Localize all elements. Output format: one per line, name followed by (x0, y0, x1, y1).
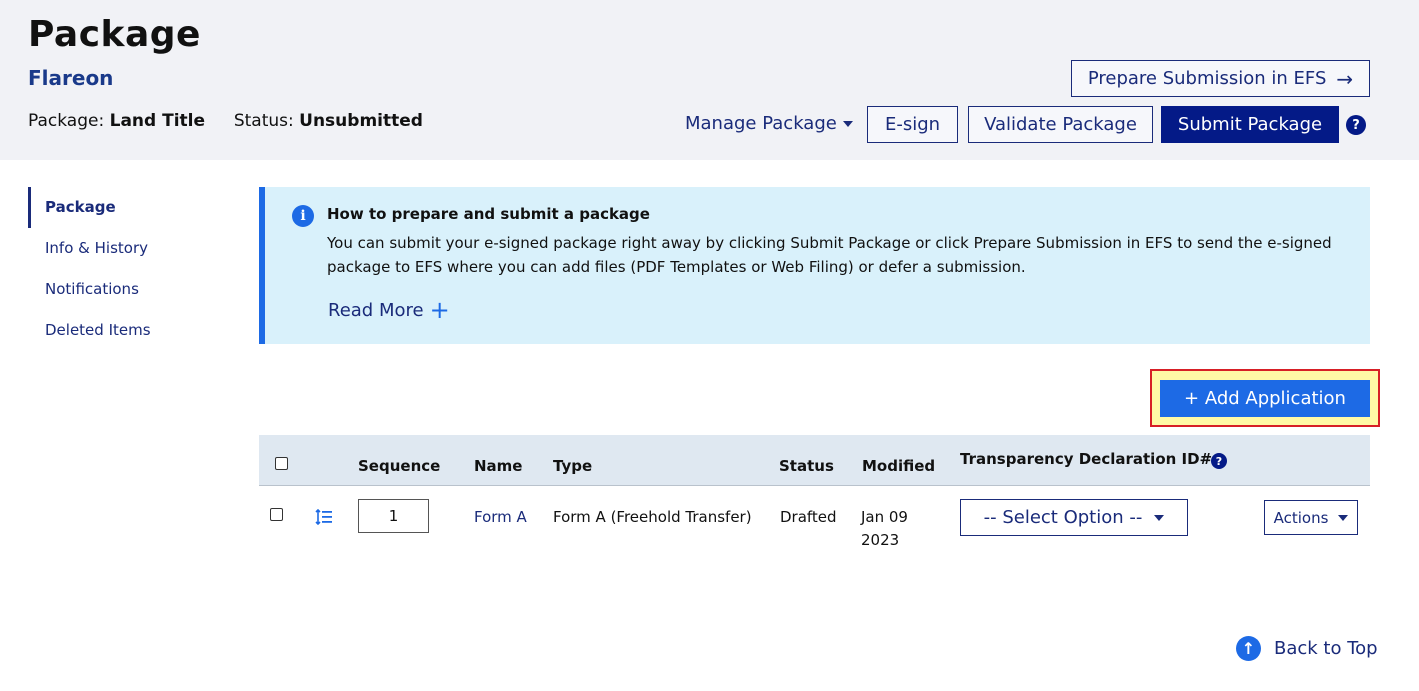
reorder-list-icon[interactable] (315, 509, 333, 525)
read-more-link[interactable]: Read More + (328, 296, 450, 324)
back-to-top-link[interactable]: ↑ Back to Top (1236, 636, 1378, 661)
arrow-up-circle-icon: ↑ (1236, 636, 1261, 661)
header-transparency-declaration: Transparency Declaration ID# (960, 450, 1213, 468)
arrow-right-icon: → (1336, 66, 1354, 91)
submit-package-button[interactable]: Submit Package (1161, 106, 1339, 143)
page-title: Package (28, 14, 201, 55)
application-type: Form A (Freehold Transfer) (553, 508, 752, 526)
caret-down-icon (842, 121, 853, 127)
application-name-link[interactable]: Form A (474, 508, 527, 526)
add-application-button[interactable]: + Add Application (1160, 380, 1370, 417)
package-label: Package: (28, 111, 105, 131)
header-status: Status (779, 457, 834, 475)
package-value: Land Title (109, 111, 206, 131)
read-more-label: Read More (328, 300, 424, 321)
validate-package-button[interactable]: Validate Package (968, 106, 1153, 143)
actions-label: Actions (1273, 508, 1329, 527)
manage-package-label: Manage Package (685, 113, 837, 134)
organization-name: Flareon (28, 66, 114, 90)
question-circle-icon[interactable]: ? (1211, 453, 1227, 469)
header-modified: Modified (862, 457, 936, 475)
page-header: Package Flareon Package: Land Title Stat… (0, 0, 1419, 160)
info-title: How to prepare and submit a package (327, 205, 650, 223)
transparency-declaration-select[interactable]: -- Select Option -- (960, 499, 1188, 536)
sidebar-item-deleted-items[interactable]: Deleted Items (28, 310, 228, 351)
modified-year: 2023 (861, 531, 900, 549)
header-sequence: Sequence (358, 457, 441, 475)
plus-icon: + (429, 296, 450, 324)
actions-dropdown[interactable]: Actions (1264, 500, 1358, 535)
info-alert: i How to prepare and submit a package Yo… (259, 187, 1370, 344)
info-circle-icon: i (292, 205, 314, 227)
header-type: Type (553, 457, 593, 475)
back-to-top-label: Back to Top (1274, 638, 1378, 659)
info-text: You can submit your e-signed package rig… (327, 234, 1332, 276)
question-circle-icon[interactable]: ? (1346, 115, 1366, 135)
caret-down-icon (1154, 514, 1165, 521)
application-status: Drafted (780, 508, 837, 526)
row-checkbox[interactable] (270, 508, 283, 521)
caret-down-icon (1338, 514, 1349, 521)
package-meta: Package: Land Title Status: Unsubmitted (28, 111, 423, 131)
select-all-checkbox[interactable] (275, 457, 288, 470)
prepare-submission-label: Prepare Submission in EFS (1087, 68, 1327, 89)
status-label: Status: (233, 111, 294, 131)
status-value: Unsubmitted (299, 111, 423, 131)
select-option-label: -- Select Option -- (983, 507, 1143, 528)
header-name: Name (474, 457, 523, 475)
sequence-input[interactable] (358, 499, 429, 533)
sidebar-nav: Package Info & History Notifications Del… (28, 187, 228, 351)
esign-button[interactable]: E-sign (867, 106, 958, 143)
table-header: Sequence Name Type Status Modified Trans… (259, 435, 1370, 486)
sidebar-item-notifications[interactable]: Notifications (28, 269, 228, 310)
prepare-submission-button[interactable]: Prepare Submission in EFS → (1071, 60, 1370, 97)
manage-package-dropdown[interactable]: Manage Package (685, 113, 853, 134)
modified-date: Jan 09 (861, 508, 908, 526)
sidebar-item-info-history[interactable]: Info & History (28, 228, 228, 269)
sidebar-item-package[interactable]: Package (28, 187, 228, 228)
